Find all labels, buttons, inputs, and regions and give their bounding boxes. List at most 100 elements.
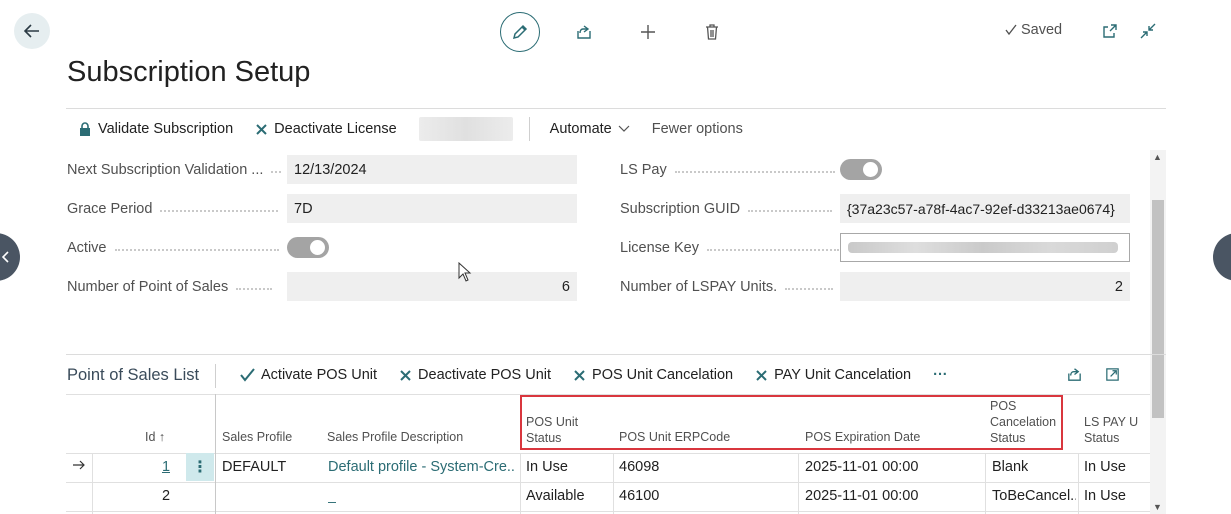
scroll-down-icon[interactable]: ▼ <box>1153 502 1162 512</box>
row-pos-expiration-date[interactable]: 2025-11-01 00:00 <box>805 459 918 475</box>
grace-period-field[interactable]: 7D <box>287 194 577 223</box>
num-lspay-label-text: Number of LSPAY Units. <box>620 279 778 295</box>
num-pos-label: Number of Point of Sales <box>67 279 273 295</box>
row-pos-unit-status[interactable]: In Use <box>526 459 568 475</box>
row-pos-unit-erpcode[interactable]: 46100 <box>619 488 659 504</box>
row-pos-expiration-date[interactable]: 2025-11-01 00:00 <box>805 488 918 504</box>
title-divider <box>66 108 1166 109</box>
next-validation-label-text: Next Subscription Validation ... <box>67 162 264 178</box>
saved-status: Saved <box>1004 22 1062 38</box>
grid-line <box>66 453 1150 454</box>
collapse-icon <box>1140 23 1156 39</box>
highlight-box <box>520 395 1063 450</box>
action-separator <box>528 117 530 141</box>
row-sales-profile[interactable]: DEFAULT <box>222 459 286 475</box>
row-sales-profile-description[interactable]: Default profile - System-Cre... <box>328 459 516 475</box>
num-pos-label-text: Number of Point of Sales <box>67 279 229 295</box>
more-vertical-icon: ⋮ <box>192 459 208 476</box>
num-lspay-field[interactable]: 2 <box>840 272 1130 301</box>
deactivate-pos-unit-button[interactable]: Deactivate POS Unit <box>399 367 551 383</box>
col-header-id[interactable]: Id ↑ <box>145 429 165 445</box>
list-divider <box>66 354 1166 355</box>
edit-button[interactable] <box>500 12 540 52</box>
row-ls-pay-status[interactable]: In Use <box>1084 488 1126 504</box>
expand-icon <box>1106 368 1119 381</box>
trash-icon <box>706 24 718 40</box>
row-ls-pay-status[interactable]: In Use <box>1084 459 1126 475</box>
next-record-button[interactable] <box>1213 233 1231 281</box>
share-button[interactable] <box>572 20 596 44</box>
num-pos-field[interactable]: 6 <box>287 272 577 301</box>
back-button[interactable] <box>14 13 50 49</box>
lock-icon <box>80 122 90 136</box>
new-button[interactable] <box>636 20 660 44</box>
share-icon <box>1068 368 1081 381</box>
arrow-right-icon <box>73 460 85 470</box>
num-lspay-label: Number of LSPAY Units. <box>620 279 834 295</box>
grid-line <box>66 511 1150 512</box>
row-pos-unit-status[interactable]: Available <box>526 488 585 504</box>
row-id[interactable]: 2 <box>162 488 170 504</box>
sort-ascending-icon: ↑ <box>158 430 166 444</box>
chevron-down-icon <box>618 125 630 132</box>
mouse-cursor-icon <box>458 262 472 282</box>
open-new-window-icon <box>1103 24 1117 38</box>
x-icon <box>574 369 585 381</box>
active-label-text: Active <box>67 240 107 256</box>
x-icon <box>756 369 767 381</box>
list-share-button[interactable] <box>1066 366 1083 388</box>
activate-pos-unit-button[interactable]: Activate POS Unit <box>240 367 377 383</box>
guid-label: Subscription GUID <box>620 201 833 217</box>
automate-menu[interactable]: Automate <box>550 121 630 137</box>
validate-subscription-button[interactable]: Validate Subscription <box>78 121 233 137</box>
deactivate-pos-unit-label: Deactivate POS Unit <box>418 367 552 383</box>
next-validation-field[interactable]: 12/13/2024 <box>287 155 577 184</box>
row-actions-menu[interactable]: ⋮ <box>186 453 214 481</box>
row-pos-cancelation-status[interactable]: Blank <box>992 459 1028 475</box>
row-pos-unit-erpcode[interactable]: 46098 <box>619 459 659 475</box>
list-expand-button[interactable] <box>1104 366 1121 388</box>
x-icon <box>256 123 267 135</box>
collapse-button[interactable] <box>1138 21 1158 41</box>
grid-line <box>66 482 1150 483</box>
col-header-sales-profile[interactable]: Sales Profile <box>222 429 292 445</box>
redacted-action[interactable] <box>418 117 513 141</box>
ls-pay-label-text: LS Pay <box>620 162 667 178</box>
col-header-id-text: Id <box>145 430 156 444</box>
row-pos-cancelation-status[interactable]: ToBeCancel... <box>992 488 1076 504</box>
fewer-options-button[interactable]: Fewer options <box>652 121 743 137</box>
pos-unit-cancelation-label: POS Unit Cancelation <box>592 367 734 383</box>
active-toggle[interactable] <box>287 237 329 258</box>
active-label: Active <box>67 240 279 256</box>
activate-pos-unit-label: Activate POS Unit <box>261 367 378 383</box>
col-header-ls-pay-status[interactable]: LS PAY U Status <box>1084 414 1140 446</box>
ls-pay-toggle[interactable] <box>840 159 882 180</box>
arrow-left-icon <box>23 24 39 38</box>
license-key-field[interactable] <box>840 233 1130 262</box>
pencil-icon <box>512 24 528 40</box>
pay-unit-cancelation-button[interactable]: PAY Unit Cancelation <box>755 367 911 383</box>
deactivate-license-label: Deactivate License <box>274 121 397 137</box>
grid-line <box>798 453 799 514</box>
grace-period-label: Grace Period <box>67 201 279 217</box>
col-header-sales-profile-description[interactable]: Sales Profile Description <box>327 429 463 445</box>
saved-label: Saved <box>1021 22 1063 38</box>
deactivate-license-button[interactable]: Deactivate License <box>255 121 397 137</box>
open-new-window-button[interactable] <box>1100 21 1120 41</box>
next-validation-label: Next Subscription Validation ... <box>67 162 282 178</box>
chevron-left-icon <box>2 251 9 263</box>
more-actions-button[interactable]: ··· <box>933 367 948 383</box>
guid-field[interactable]: {37a23c57-a78f-4ac7-92ef-d33213ae0674} <box>840 194 1130 223</box>
pos-unit-cancelation-button[interactable]: POS Unit Cancelation <box>573 367 733 383</box>
delete-button[interactable] <box>700 20 724 44</box>
grace-period-label-text: Grace Period <box>67 201 153 217</box>
previous-record-button[interactable] <box>0 233 20 281</box>
top-actions <box>500 12 724 52</box>
fewer-options-label: Fewer options <box>651 121 743 137</box>
row-sales-profile-description[interactable]: _ <box>328 488 336 504</box>
check-icon <box>1005 24 1017 36</box>
guid-label-text: Subscription GUID <box>620 201 741 217</box>
scrollbar-thumb[interactable] <box>1152 200 1164 418</box>
scroll-up-icon[interactable]: ▲ <box>1153 152 1162 162</box>
row-id[interactable]: 1 <box>162 459 170 475</box>
